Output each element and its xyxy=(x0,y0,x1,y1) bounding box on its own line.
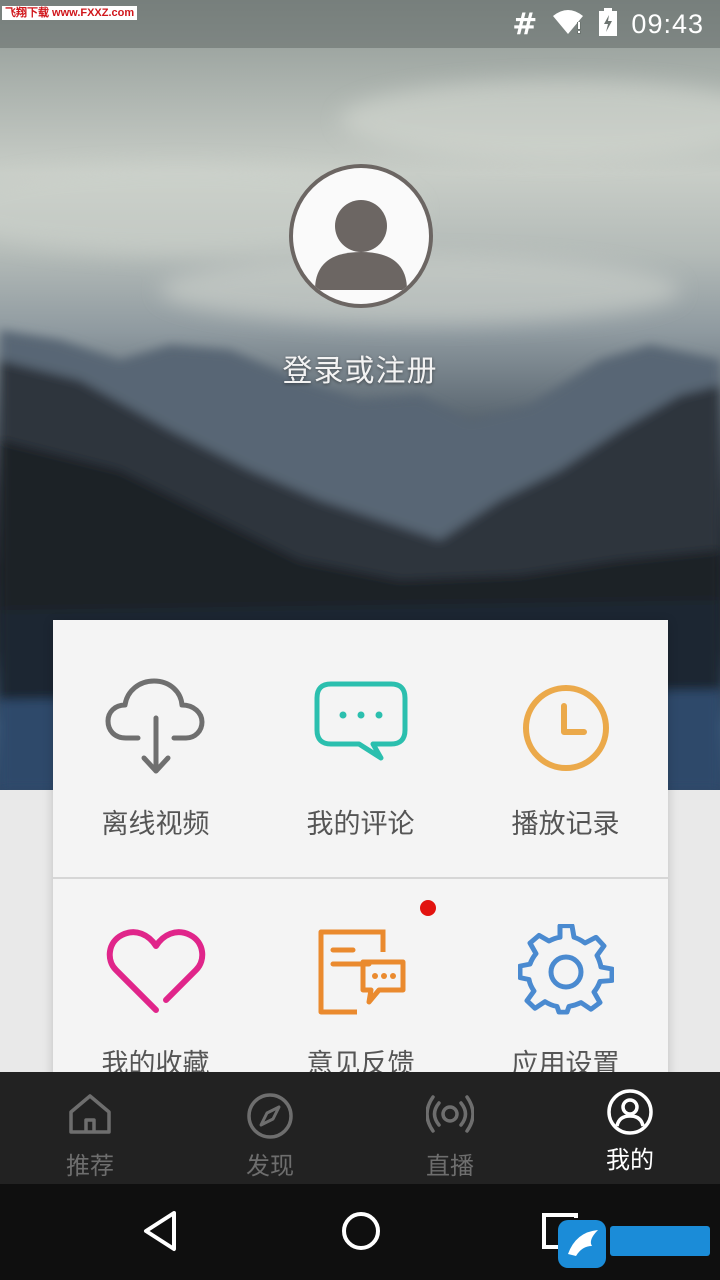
feedback-icon xyxy=(318,929,405,1015)
status-bar: 飞翔下载 www.FXXZ.com # 09:43 xyxy=(0,0,720,48)
menu-card: 离线视频 我的评论 播放记录 我的收藏 意见反馈 应用设置 xyxy=(53,620,668,1090)
tab-label: 推荐 xyxy=(66,1152,114,1180)
heart-icon xyxy=(106,929,205,1013)
tab-label: 我的 xyxy=(606,1146,654,1174)
tab-discover[interactable]: 发现 xyxy=(180,1072,360,1184)
home-icon xyxy=(69,1094,111,1134)
login-register-link[interactable]: 登录或注册 xyxy=(0,346,720,390)
menu-item-label: 播放记录 xyxy=(511,809,620,840)
menu-item-label: 离线视频 xyxy=(101,809,210,840)
divider xyxy=(53,877,668,879)
my-comments-item[interactable]: 我的评论 xyxy=(258,620,463,878)
offline-videos-item[interactable]: 离线视频 xyxy=(53,620,258,878)
avatar[interactable] xyxy=(289,164,433,308)
hash-icon: # xyxy=(512,6,538,42)
gear-icon xyxy=(517,924,614,1015)
tab-label: 直播 xyxy=(426,1152,474,1180)
tab-mine[interactable]: 我的 xyxy=(540,1072,720,1184)
bottom-tab-bar: 推荐 发现 直播 我的 xyxy=(0,1072,720,1184)
tab-recommend[interactable]: 推荐 xyxy=(0,1072,180,1184)
play-history-item[interactable]: 播放记录 xyxy=(463,620,668,878)
default-user-icon xyxy=(315,200,407,290)
clock-icon xyxy=(522,685,609,771)
compass-icon xyxy=(247,1093,293,1139)
wifi-icon xyxy=(551,8,585,40)
my-favorites-item[interactable]: 我的收藏 xyxy=(53,880,258,1090)
feedback-item[interactable]: 意见反馈 xyxy=(258,880,463,1090)
home-circle-icon[interactable] xyxy=(338,1208,384,1254)
clock-time: 09:43 xyxy=(631,8,704,39)
fxxz-logo-icon xyxy=(558,1220,710,1269)
battery-icon xyxy=(599,8,618,40)
back-icon[interactable] xyxy=(140,1208,180,1254)
tab-live[interactable]: 直播 xyxy=(360,1072,540,1184)
menu-item-label: 我的评论 xyxy=(306,809,415,840)
watermark-logo xyxy=(558,1218,714,1272)
user-circle-icon xyxy=(607,1089,653,1135)
app-settings-item[interactable]: 应用设置 xyxy=(463,880,668,1090)
cloud-download-icon xyxy=(105,678,204,774)
chat-bubble-icon xyxy=(314,681,407,761)
tab-label: 发现 xyxy=(246,1152,294,1180)
broadcast-icon xyxy=(426,1095,474,1133)
watermark-text: 飞翔下载 www.FXXZ.com xyxy=(2,6,138,20)
